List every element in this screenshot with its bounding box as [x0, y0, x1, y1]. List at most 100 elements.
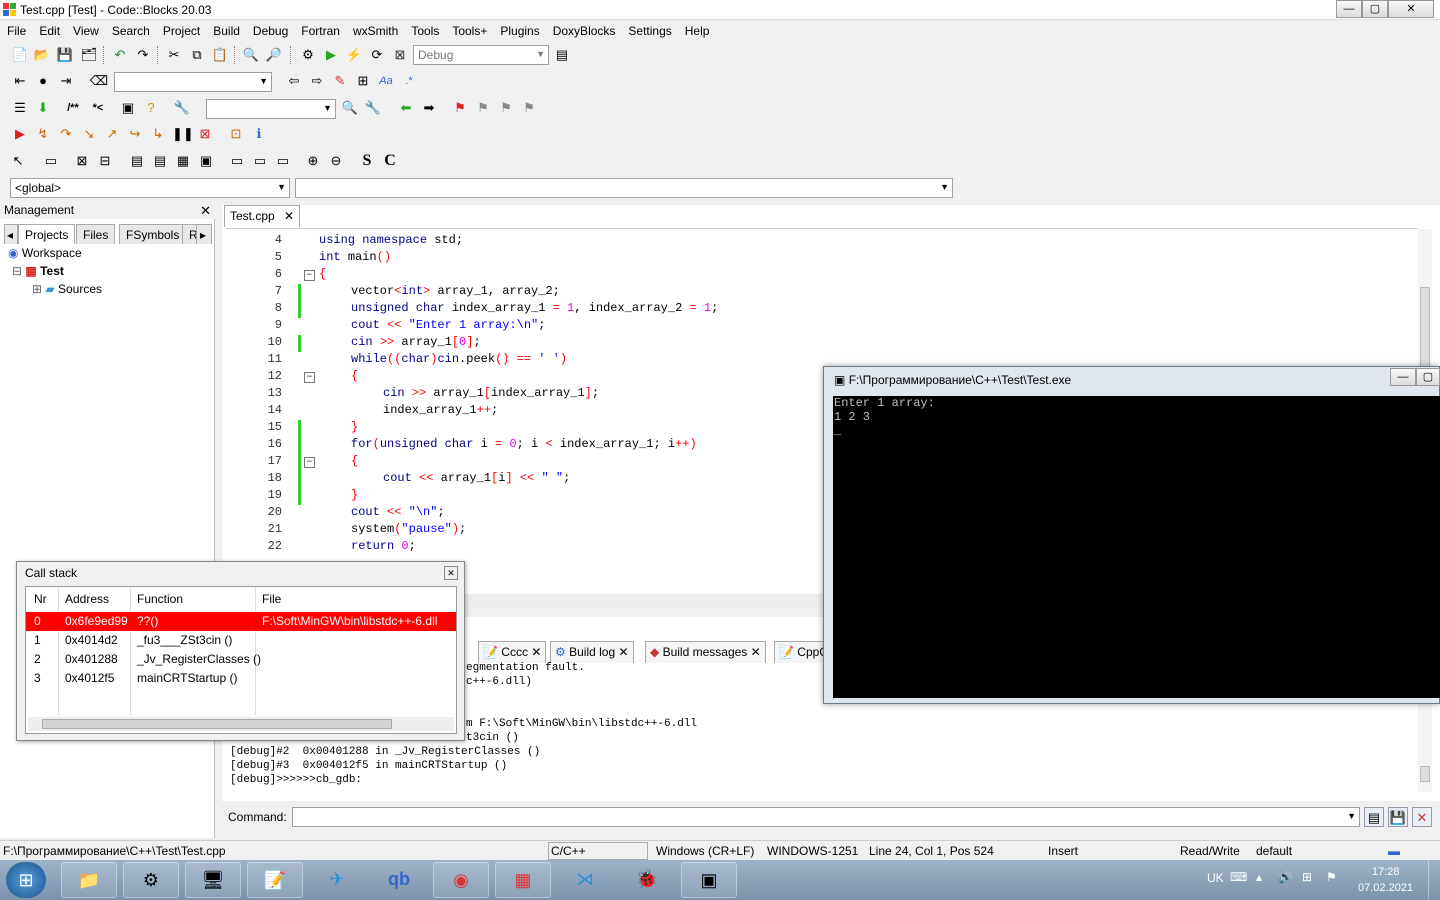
codeblocks-taskbar-icon[interactable]: ▦ [495, 862, 551, 898]
column-function[interactable]: Function [137, 592, 183, 606]
prev-bookmark-icon[interactable]: ⚑ [473, 98, 493, 118]
tab-build-messages[interactable]: ◆ Build messages ✕ [645, 641, 766, 663]
step-into-instruction-icon[interactable]: ↳ [148, 124, 168, 144]
bookmark-dot-icon[interactable]: ● [33, 71, 53, 91]
search-combo[interactable]: ▼ [114, 72, 272, 92]
console-maximize-button[interactable]: ▢ [1416, 368, 1440, 386]
action-center-icon[interactable]: ⚑ [1326, 870, 1337, 884]
abort-icon[interactable]: ⊠ [390, 45, 410, 65]
menu-debug[interactable]: Debug [246, 22, 294, 38]
arrow-right-icon[interactable]: ➡ [419, 98, 439, 118]
status-language[interactable]: C/C++ [548, 842, 648, 860]
chrome-taskbar-icon[interactable]: ◉ [433, 862, 489, 898]
keyboard-icon[interactable]: ⌨ [1230, 870, 1247, 884]
next-line-icon[interactable]: ↷ [56, 124, 76, 144]
menu-tools-plus[interactable]: Tools+ [445, 22, 493, 38]
volume-icon[interactable]: 🔊 [1278, 870, 1293, 884]
debug-windows-icon[interactable]: ⊡ [226, 124, 246, 144]
close-tab-icon[interactable]: ✕ [618, 645, 628, 659]
debugger-bug-taskbar-icon[interactable]: 🐞 [619, 862, 675, 898]
help-book-icon[interactable]: ? [141, 98, 161, 118]
command-input[interactable]: ▼ [292, 807, 1360, 827]
clear-bookmarks-icon[interactable]: ⚑ [519, 98, 539, 118]
pointer-icon[interactable]: ↖ [8, 151, 28, 171]
settings-wrench-icon[interactable]: 🔧 [363, 98, 383, 118]
editor-scroll-thumb[interactable] [1420, 287, 1430, 367]
clear-commands-icon[interactable]: ✕ [1412, 807, 1432, 827]
settings-taskbar-icon[interactable]: ⚙ [123, 862, 179, 898]
clock-time[interactable]: 17:28 [1372, 866, 1400, 878]
debug-info-icon[interactable]: ℹ [249, 124, 269, 144]
close-tab-icon[interactable]: ✕ [751, 645, 761, 659]
doxy-line-icon[interactable]: *< [88, 98, 108, 118]
minimize-button[interactable]: — [1336, 0, 1362, 18]
replace-icon[interactable]: 🔎 [264, 45, 284, 65]
close-icon[interactable]: ✕ [200, 203, 211, 219]
dialog-icon[interactable]: ⊠ [72, 151, 92, 171]
frame-icon[interactable]: ▭ [41, 151, 61, 171]
load-commands-icon[interactable]: ▤ [1364, 807, 1384, 827]
sizer-v-icon[interactable]: ▤ [150, 151, 170, 171]
log-scroll-thumb[interactable] [1420, 766, 1430, 782]
close-button[interactable]: ✕ [1388, 0, 1434, 18]
show-targets-icon[interactable]: ▤ [552, 45, 572, 65]
find-next-icon[interactable]: ⇨ [307, 71, 327, 91]
notepad-taskbar-icon[interactable]: 📝 [247, 862, 303, 898]
run-icon[interactable]: ▶ [321, 45, 341, 65]
open-folder-icon[interactable]: 📂 [32, 45, 52, 65]
tab-scroll-right-icon[interactable]: ▸ [196, 224, 212, 244]
insert-code-icon[interactable]: ⬇ [33, 98, 53, 118]
search-symbol-icon[interactable]: 🔍 [340, 98, 360, 118]
menu-settings[interactable]: Settings [621, 22, 677, 38]
tab-files[interactable]: Files [76, 224, 116, 244]
toggle-bookmark-icon[interactable]: ⚑ [450, 98, 470, 118]
tree-sources[interactable]: ⊞ ▰ Sources [32, 282, 102, 296]
bold-s-icon[interactable]: S [357, 151, 377, 171]
scope-select[interactable]: <global> ▼ [10, 178, 290, 198]
grid-sizer-icon[interactable]: ▦ [173, 151, 193, 171]
combo-widget-icon[interactable]: ▭ [273, 151, 293, 171]
tab-cccc[interactable]: 📝 Cccc ✕ [478, 641, 547, 663]
console-output[interactable]: Enter 1 array: 1 2 3 _ [833, 396, 1440, 698]
save-commands-icon[interactable]: 💾 [1388, 807, 1408, 827]
debug-start-icon[interactable]: ▶ [10, 124, 30, 144]
menu-project[interactable]: Project [156, 22, 206, 38]
menu-search[interactable]: Search [105, 22, 156, 38]
column-file[interactable]: File [262, 592, 281, 606]
table-row[interactable]: 1 0x4014d2 _fu3___ZSt3cin () [26, 631, 456, 650]
fold-toggle-icon[interactable]: − [304, 457, 315, 468]
menu-build[interactable]: Build [206, 22, 246, 38]
bold-c-icon[interactable]: C [380, 151, 400, 171]
clock-date[interactable]: 07.02.2021 [1358, 882, 1413, 894]
find-prev-icon[interactable]: ⇦ [284, 71, 304, 91]
new-file-icon[interactable]: 📄 [10, 45, 30, 65]
call-stack-scroll-thumb[interactable] [42, 719, 392, 729]
symbol-combo[interactable]: ▼ [206, 99, 336, 119]
build-gear-icon[interactable]: ⚙ [298, 45, 318, 65]
stop-debug-icon[interactable]: ⊠ [195, 124, 215, 144]
expand-icon[interactable]: ⊞ [32, 282, 42, 296]
doxywizard-icon[interactable]: ▣ [118, 98, 138, 118]
sizer-h-icon[interactable]: ▤ [127, 151, 147, 171]
paste-icon[interactable]: 📋 [210, 45, 230, 65]
pause-icon[interactable]: ❚❚ [172, 124, 194, 144]
collapse-icon[interactable]: ⊟ [12, 264, 22, 278]
zoom-in-icon[interactable]: ⊕ [303, 151, 323, 171]
button-widget-icon[interactable]: ▭ [227, 151, 247, 171]
match-case-icon[interactable]: Aa [376, 71, 396, 91]
panel-icon[interactable]: ⊟ [95, 151, 115, 171]
column-nr[interactable]: Nr [34, 592, 47, 606]
table-row[interactable]: 2 0x401288 _Jv_RegisterClasses () [26, 650, 456, 669]
tab-fsymbols[interactable]: FSymbols [119, 224, 187, 244]
menu-file[interactable]: File [0, 22, 32, 38]
keyboard-language[interactable]: UK [1207, 871, 1224, 885]
copy-icon[interactable]: ⧉ [187, 45, 207, 65]
save-all-icon[interactable]: 🗂 [79, 45, 99, 65]
tab-build-log[interactable]: ⚙ Build log ✕ [550, 641, 634, 663]
fold-toggle-icon[interactable]: − [304, 372, 315, 383]
menu-edit[interactable]: Edit [32, 22, 66, 38]
zoom-out-icon[interactable]: ⊖ [326, 151, 346, 171]
tree-workspace[interactable]: ◉ Workspace [8, 246, 82, 260]
menu-plugins[interactable]: Plugins [493, 22, 545, 38]
regex-icon[interactable]: .* [399, 71, 419, 91]
